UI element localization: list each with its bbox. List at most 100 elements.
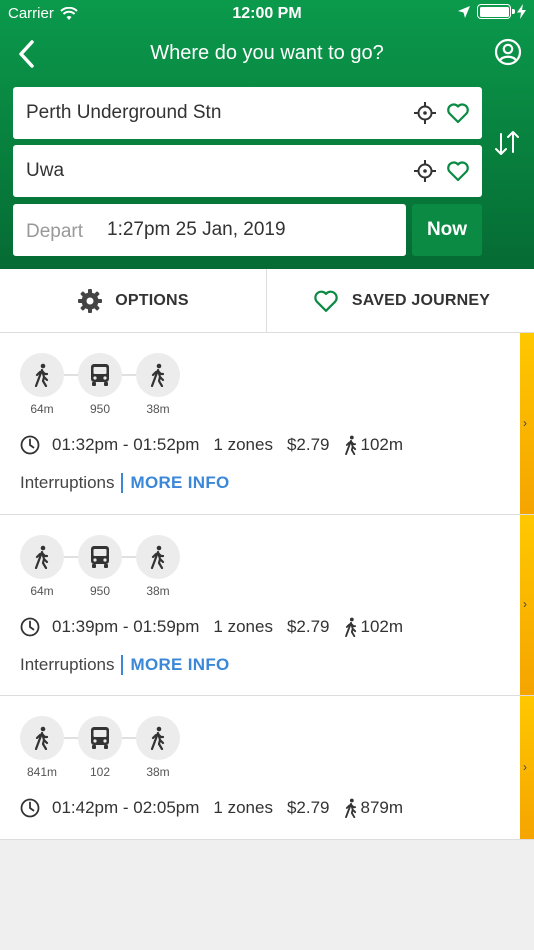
user-circle-icon[interactable] <box>494 38 522 66</box>
chevron-right-icon: › <box>523 415 527 430</box>
origin-value: Perth Underground Stn <box>26 102 222 123</box>
depart-label: Depart <box>26 221 84 242</box>
leg-label: 38m <box>146 765 170 779</box>
walk-icon <box>34 363 49 387</box>
battery-fill <box>479 6 509 17</box>
walk-icon <box>344 435 356 455</box>
walk-icon <box>150 545 165 569</box>
page-title: Where do you want to go? <box>150 42 384 64</box>
interruptions-label: Interruptions <box>20 655 115 674</box>
journey-fare: $2.79 <box>286 798 330 817</box>
journey-fare: $2.79 <box>286 617 330 636</box>
options-button[interactable]: OPTIONS <box>0 269 267 333</box>
journey-status-stripe[interactable]: › <box>520 696 534 839</box>
journey-leg: 38m <box>136 716 180 779</box>
walk-icon <box>150 726 165 750</box>
more-info-link[interactable]: MORE INFO <box>131 655 230 675</box>
interruptions-row: Interruptions MORE INFO <box>20 473 230 493</box>
journey-summary: 01:39pm - 01:59pm 1 zones $2.79 102m <box>20 617 403 637</box>
walk-icon <box>34 545 49 569</box>
chevron-right-icon: › <box>523 597 527 611</box>
depart-datetime: 1:27pm 25 Jan, 2019 <box>107 219 286 240</box>
heart-icon[interactable] <box>446 102 470 124</box>
charging-icon <box>517 4 526 19</box>
tab-bar: OPTIONS SAVED JOURNEY <box>0 269 534 333</box>
journey-leg: 38m <box>136 535 180 598</box>
leg-label: 950 <box>89 584 111 598</box>
journey-leg: 64m <box>20 353 64 416</box>
status-bar: Carrier 12:00 PM <box>0 0 534 28</box>
destination-value: Uwa <box>26 160 65 181</box>
leg-label: 38m <box>146 584 170 598</box>
interruptions-row: Interruptions MORE INFO <box>20 655 230 675</box>
journey-zones: 1 zones <box>213 798 273 817</box>
divider <box>120 655 123 675</box>
journey-summary: 01:32pm - 01:52pm 1 zones $2.79 102m <box>20 435 403 455</box>
clock-icon <box>20 798 40 818</box>
journey-legs: 64m 950 38m <box>20 535 220 605</box>
heart-icon[interactable] <box>446 160 470 182</box>
journey-leg: 102 <box>78 716 122 779</box>
location-arrow-icon <box>458 5 470 18</box>
clock-icon <box>20 435 40 455</box>
status-right <box>457 4 526 19</box>
walk-icon <box>34 726 49 750</box>
leg-label: 841m <box>26 765 58 779</box>
walk-icon <box>344 617 356 637</box>
journey-time: 01:39pm - 01:59pm <box>52 617 200 636</box>
status-time: 12:00 PM <box>232 5 302 22</box>
journey-leg: 841m <box>20 716 64 779</box>
saved-journey-label: SAVED JOURNEY <box>351 292 491 309</box>
journey-leg: 950 <box>78 535 122 598</box>
walk-icon <box>150 363 165 387</box>
journey-summary: 01:42pm - 02:05pm 1 zones $2.79 879m <box>20 798 403 818</box>
journey-card[interactable]: 64m 950 38m 01:39pm - 01:59pm 1 zones $2… <box>0 515 534 696</box>
clock-icon <box>20 617 40 637</box>
interruptions-label: Interruptions <box>20 473 115 492</box>
journey-zones: 1 zones <box>213 435 273 454</box>
divider <box>120 473 123 493</box>
chevron-left-icon[interactable] <box>14 38 42 70</box>
journey-leg: 64m <box>20 535 64 598</box>
bus-icon <box>91 727 109 749</box>
journey-legs: 841m 102 38m <box>20 716 220 786</box>
walk-icon <box>344 798 356 818</box>
battery-icon <box>477 4 515 19</box>
journey-status-stripe[interactable]: › <box>520 515 534 695</box>
nav-bar: Where do you want to go? <box>0 28 534 80</box>
heart-icon <box>314 290 338 312</box>
leg-label: 950 <box>89 402 111 416</box>
now-button[interactable]: Now <box>412 204 482 256</box>
leg-label: 102 <box>89 765 111 779</box>
crosshair-icon[interactable] <box>414 160 436 182</box>
swap-icon[interactable] <box>494 128 520 158</box>
bus-icon <box>91 546 109 568</box>
journey-leg: 38m <box>136 353 180 416</box>
journey-status-stripe[interactable]: › <box>520 333 534 514</box>
journey-fare: $2.79 <box>286 435 330 454</box>
saved-journey-button[interactable]: SAVED JOURNEY <box>268 269 534 333</box>
destination-field[interactable]: Uwa <box>13 145 482 197</box>
leg-label: 64m <box>30 584 54 598</box>
journey-card[interactable]: 64m 950 38m 01:32pm - 01:52pm 1 zones $2… <box>0 333 534 515</box>
journey-walk-distance: 102m <box>360 617 404 636</box>
journey-leg: 950 <box>78 353 122 416</box>
journey-walk-distance: 102m <box>360 435 404 454</box>
journey-walk-distance: 879m <box>360 798 404 817</box>
journey-legs: 64m 950 38m <box>20 353 220 423</box>
journey-zones: 1 zones <box>213 617 273 636</box>
header: Carrier 12:00 PM Where do you want to go… <box>0 0 534 269</box>
leg-label: 38m <box>146 402 170 416</box>
leg-label: 64m <box>30 402 54 416</box>
options-label: OPTIONS <box>115 292 189 309</box>
chevron-right-icon: › <box>523 759 527 774</box>
journey-time: 01:42pm - 02:05pm <box>52 798 200 817</box>
bus-icon <box>91 364 109 386</box>
more-info-link[interactable]: MORE INFO <box>131 473 230 493</box>
crosshair-icon[interactable] <box>414 102 436 124</box>
origin-field[interactable]: Perth Underground Stn <box>13 87 482 139</box>
journey-card[interactable]: 841m 102 38m 01:42pm - 02:05pm 1 zones $… <box>0 696 534 840</box>
depart-field[interactable]: Depart 1:27pm 25 Jan, 2019 <box>13 204 406 256</box>
gear-icon <box>78 289 103 313</box>
journey-time: 01:32pm - 01:52pm <box>52 435 200 454</box>
